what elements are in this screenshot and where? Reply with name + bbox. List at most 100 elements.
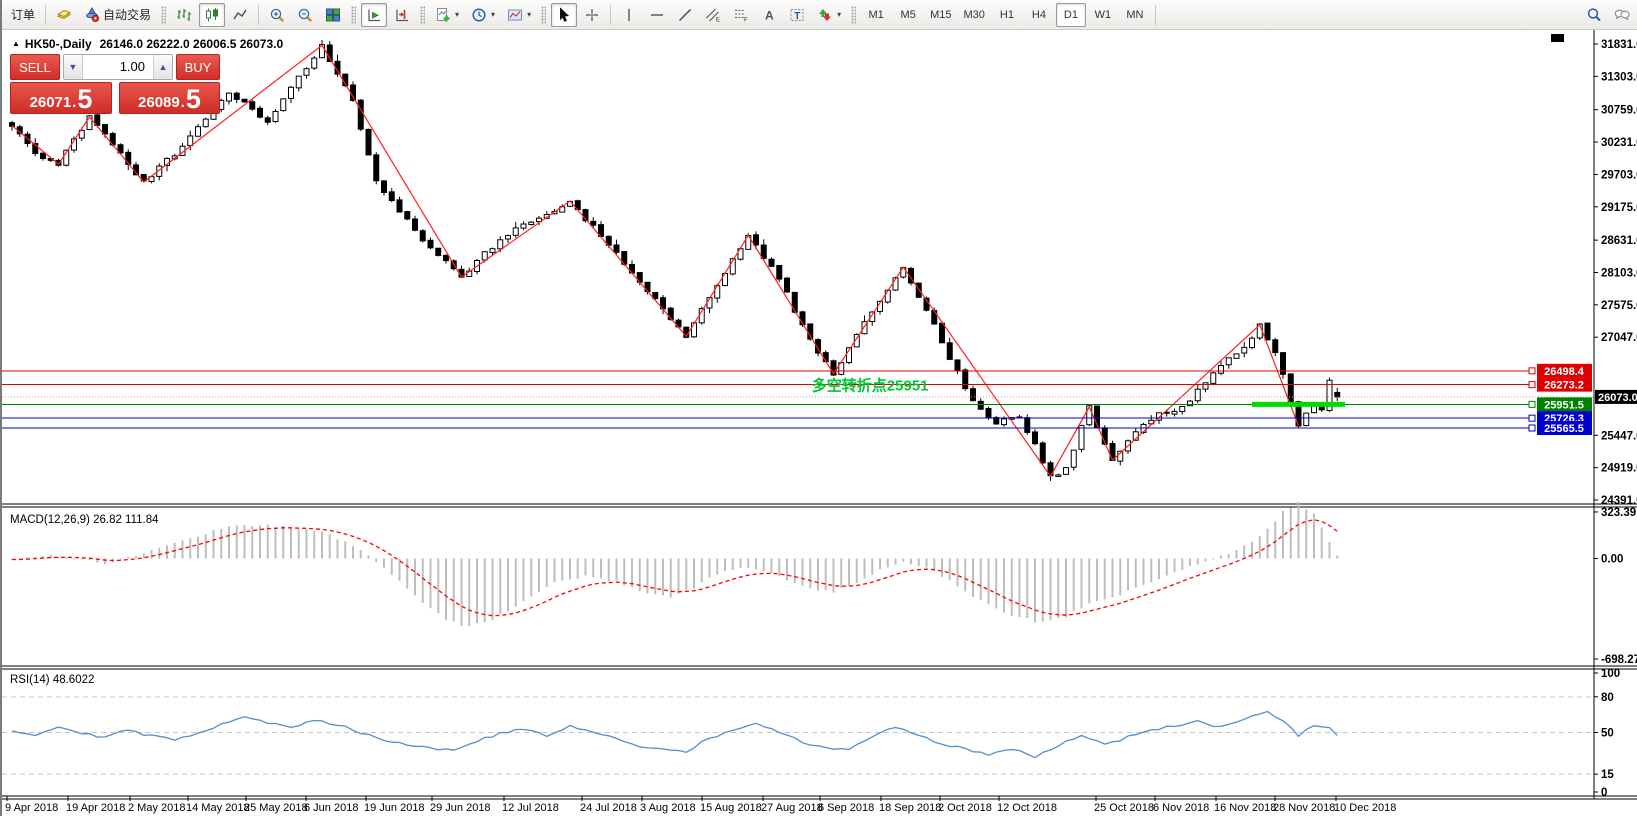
macd-histogram-bar [321, 531, 323, 558]
timeframe-w1-button[interactable]: W1 [1088, 3, 1118, 27]
macd-histogram-bar [895, 559, 897, 565]
candle-body [591, 221, 596, 225]
time-axis-label[interactable]: 10 Dec 2018 [1334, 802, 1396, 814]
macd-axis-label: 0.00 [1601, 554, 1623, 566]
macd-histogram-bar [1321, 528, 1323, 559]
autotrading-button[interactable]: 自动交易 [79, 3, 156, 27]
crosshair-button[interactable] [579, 3, 605, 27]
cursor-button[interactable] [551, 3, 577, 27]
text-icon: A [761, 7, 777, 23]
text-label-button[interactable]: T [784, 3, 810, 27]
time-axis-label[interactable]: 16 Nov 2018 [1214, 802, 1276, 814]
buy-button[interactable]: BUY [176, 54, 220, 80]
time-axis-label[interactable]: 12 Oct 2018 [997, 802, 1057, 814]
sell-button[interactable]: SELL [10, 54, 60, 80]
chart-shift-button[interactable] [389, 3, 415, 27]
time-axis-label[interactable]: 18 Sep 2018 [879, 802, 941, 814]
time-axis-label[interactable]: 3 Aug 2018 [640, 802, 696, 814]
candle-body [529, 222, 534, 224]
time-axis-label[interactable]: 19 Jun 2018 [364, 802, 425, 814]
volume-input[interactable]: 1.00 [83, 55, 153, 79]
time-axis-label[interactable]: 6 Sep 2018 [818, 802, 874, 814]
tile-windows-button[interactable] [320, 3, 346, 27]
rsi-axis-label: 80 [1601, 692, 1614, 704]
add-indicator-button[interactable]: ▾ [430, 3, 464, 27]
volume-increase-button[interactable]: ▲ [153, 55, 172, 79]
macd-histogram-bar [1298, 502, 1300, 558]
macd-histogram-bar [569, 559, 571, 580]
main-chart-canvas[interactable] [2, 30, 1594, 503]
time-axis-label[interactable]: 14 May 2018 [186, 802, 250, 814]
periods-button[interactable]: ▾ [466, 3, 500, 27]
time-axis-label[interactable]: 25 Oct 2018 [1094, 802, 1154, 814]
timeframe-m5-button[interactable]: M5 [893, 3, 923, 27]
macd-histogram-bar [631, 559, 633, 588]
timeframe-mn-button[interactable]: MN [1120, 3, 1150, 27]
candle-body [351, 85, 356, 100]
gold-book-button[interactable] [51, 3, 77, 27]
arrows-button[interactable]: ▾ [812, 3, 846, 27]
timeframe-h1-button[interactable]: H1 [992, 3, 1022, 27]
zoom-in-button[interactable] [264, 3, 290, 27]
text-button[interactable]: A [756, 3, 782, 27]
templates-button[interactable]: ▾ [502, 3, 536, 27]
candle-body [1056, 475, 1061, 476]
candlestick-chart-button[interactable] [199, 3, 225, 27]
rsi-indicator-label: RSI(14) 48.6022 [10, 674, 94, 686]
macd-histogram-bar [1150, 559, 1152, 583]
chart-shift-marker[interactable] [1551, 34, 1564, 42]
macd-histogram-bar [360, 550, 362, 558]
timeframe-h4-button[interactable]: H4 [1024, 3, 1054, 27]
trendline-button[interactable] [672, 3, 698, 27]
time-axis-label[interactable]: 6 Nov 2018 [1153, 802, 1209, 814]
timeframe-label: D1 [1064, 9, 1078, 21]
macd-histogram-bar [1166, 559, 1168, 576]
time-axis-label[interactable]: 25 May 2018 [244, 802, 308, 814]
time-axis-label[interactable]: 24 Jul 2018 [580, 802, 637, 814]
timeframe-m15-button[interactable]: M15 [925, 3, 956, 27]
candle-body [761, 245, 766, 258]
candle-body [986, 409, 991, 418]
search-button[interactable] [1581, 3, 1607, 27]
macd-histogram-bar [1212, 559, 1214, 560]
bar-chart-button[interactable] [171, 3, 197, 27]
candle-body [1265, 323, 1270, 340]
price-axis-label: 24391.0 [1601, 495, 1637, 507]
new-order-button[interactable]: 订单 [6, 3, 40, 27]
sell-price-display[interactable]: 26071 . 5 [10, 82, 112, 114]
macd-histogram-bar [453, 559, 455, 622]
time-axis-label[interactable]: 19 Apr 2018 [66, 802, 125, 814]
zoom-out-button[interactable] [292, 3, 318, 27]
auto-scroll-button[interactable] [361, 3, 387, 27]
time-axis-label[interactable]: 28 Nov 2018 [1273, 802, 1335, 814]
time-axis-label[interactable]: 27 Aug 2018 [761, 802, 823, 814]
time-axis-label[interactable]: 12 Jul 2018 [502, 802, 559, 814]
collapse-triangle-icon[interactable]: ▲ [12, 39, 20, 48]
volume-decrease-button[interactable]: ▼ [64, 55, 83, 79]
vertical-line-button[interactable] [616, 3, 642, 27]
macd-histogram-bar [244, 525, 246, 558]
time-axis-label[interactable]: 2 May 2018 [128, 802, 185, 814]
time-axis-label[interactable]: 15 Aug 2018 [700, 802, 762, 814]
buy-price-display[interactable]: 26089 . 5 [119, 82, 220, 114]
time-axis-label[interactable]: 2 Oct 2018 [938, 802, 992, 814]
fibonacci-button[interactable]: F [728, 3, 754, 27]
timeframe-m30-button[interactable]: M30 [959, 3, 990, 27]
macd-histogram-bar [1236, 550, 1238, 559]
buy-price-dec: 5 [186, 87, 201, 111]
equidistant-channel-button[interactable]: E [700, 3, 726, 27]
horizontal-line-button[interactable] [644, 3, 670, 27]
time-axis-label[interactable]: 6 Jun 2018 [304, 802, 358, 814]
chart-shift-icon [394, 7, 410, 23]
macd-histogram-bar [1274, 521, 1276, 558]
timeframe-m1-button[interactable]: M1 [861, 3, 891, 27]
time-axis-label[interactable]: 9 Apr 2018 [5, 802, 58, 814]
timeframe-d1-button[interactable]: D1 [1056, 3, 1086, 27]
macd-histogram-bar [65, 557, 67, 559]
time-axis-label[interactable]: 29 Jun 2018 [430, 802, 491, 814]
chat-button[interactable] [1609, 3, 1635, 27]
timeframe-label: M5 [900, 9, 915, 21]
toolbar: 订单 自动交易 [2, 0, 1637, 30]
macd-histogram-bar [740, 559, 742, 568]
line-chart-button[interactable] [227, 3, 253, 27]
